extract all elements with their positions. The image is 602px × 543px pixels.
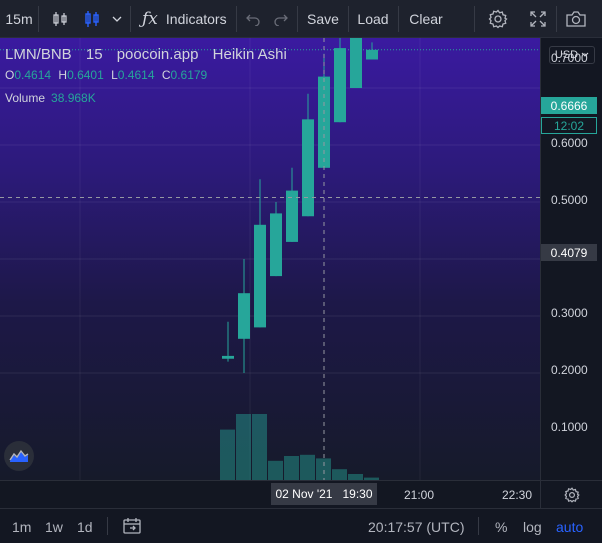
volume-bar	[332, 469, 347, 480]
redo-icon[interactable]	[270, 0, 292, 37]
close-label: C	[161, 68, 171, 82]
candle-body	[318, 76, 330, 168]
time-tick: 21:00	[404, 488, 435, 502]
drawing-tools-button[interactable]	[4, 441, 34, 471]
candle-body	[222, 355, 234, 359]
axis-settings-button[interactable]	[540, 480, 602, 508]
toolbar-divider	[297, 6, 298, 32]
ohlc-values: O0.4614 H0.6401 L0.4614 C0.6179	[5, 68, 211, 82]
camera-icon[interactable]	[562, 0, 590, 37]
candle-body	[350, 38, 362, 88]
price-tick: 0.5000	[551, 193, 588, 207]
range-1d-button[interactable]: 1d	[77, 519, 93, 535]
toolbar-divider	[236, 6, 237, 32]
load-button[interactable]: Load	[350, 0, 396, 37]
low-value: 0.4614	[117, 68, 155, 82]
crosshair-price-label: 0.4079	[541, 244, 597, 261]
range-1m-button[interactable]: 1m	[12, 519, 31, 535]
chevron-down-icon[interactable]	[108, 0, 126, 37]
low-label: L	[111, 68, 118, 82]
interval-button[interactable]: 15m	[0, 0, 38, 37]
price-tick: 0.3000	[551, 306, 588, 320]
volume-bars	[220, 414, 379, 480]
bar-style-icon[interactable]	[46, 0, 74, 37]
candle-body	[334, 48, 346, 123]
volume-label[interactable]: Volume	[5, 91, 45, 105]
bottom-bar: 1m 1w 1d 20:17:57 (UTC) % log auto	[0, 508, 602, 543]
volume-bar	[236, 414, 251, 480]
price-tick: 0.2000	[551, 363, 588, 377]
gear-icon	[563, 486, 580, 503]
high-label: H	[58, 68, 68, 82]
gear-icon[interactable]	[484, 0, 512, 37]
open-value: 0.4614	[14, 68, 52, 82]
volume-value: 38.968K	[51, 91, 96, 105]
toolbar-divider	[348, 6, 349, 32]
volume-bar	[300, 454, 315, 480]
undo-icon[interactable]	[242, 0, 264, 37]
candle-body	[254, 224, 266, 328]
candle-style-icon[interactable]	[78, 0, 106, 37]
bottom-divider	[478, 517, 479, 535]
time-axis[interactable]: 02 Nov '21 19:30 21:00 22:30	[0, 480, 540, 508]
bottom-divider	[107, 517, 108, 535]
toolbar-divider	[38, 6, 39, 32]
candle-body	[286, 190, 298, 242]
price-tick: 0.7000	[551, 51, 588, 65]
candle-body	[238, 293, 250, 339]
toolbar-divider	[556, 6, 557, 32]
source-label: poocoin.app	[116, 46, 199, 63]
crosshair-time-label: 02 Nov '21 19:30	[271, 483, 377, 505]
countdown-label: 12:02	[541, 117, 597, 134]
auto-scale-button[interactable]: auto	[556, 519, 583, 535]
last-price-label: 0.6666	[541, 97, 597, 114]
open-label: O	[5, 68, 15, 82]
function-icon: ƒx	[142, 8, 158, 29]
save-button[interactable]: Save	[300, 0, 346, 37]
close-value: 0.6179	[170, 68, 208, 82]
indicators-button[interactable]: ƒx Indicators	[138, 0, 230, 37]
toolbar-divider	[398, 6, 399, 32]
candle-body	[270, 213, 282, 277]
volume-bar	[268, 460, 283, 480]
indicators-label: Indicators	[165, 10, 227, 27]
range-1w-button[interactable]: 1w	[45, 519, 63, 535]
volume-bar	[316, 458, 331, 480]
percent-scale-button[interactable]: %	[495, 519, 507, 535]
volume-bar	[284, 456, 299, 480]
wave-icon	[9, 449, 29, 462]
toolbar-divider	[474, 6, 475, 32]
top-toolbar: 15m ƒx Indicators Save Load Clear	[0, 0, 602, 38]
utc-clock[interactable]: 20:17:57 (UTC)	[368, 519, 464, 535]
toolbar-divider	[130, 6, 131, 32]
volume-legend: Volume 38.968K	[5, 91, 96, 105]
price-axis[interactable]: USD 0.7000 0.6000 0.5000 0.3000 0.2000 0…	[540, 38, 602, 480]
price-tick: 0.6000	[551, 136, 588, 150]
date-range-icon[interactable]	[122, 517, 142, 540]
chart-legend-title: LMN/BNB 15 poocoin.app Heikin Ashi	[5, 46, 287, 63]
chart-style-label: Heikin Ashi	[212, 46, 287, 63]
volume-bar	[220, 429, 235, 480]
candle-body	[366, 49, 378, 60]
volume-bar	[252, 414, 267, 480]
log-scale-button[interactable]: log	[523, 519, 542, 535]
clear-button[interactable]: Clear	[402, 0, 450, 37]
time-tick: 22:30	[502, 488, 533, 502]
price-tick: 0.1000	[551, 420, 588, 434]
candle-body	[302, 119, 314, 217]
interval-label: 15	[85, 46, 103, 63]
high-value: 0.6401	[67, 68, 104, 82]
symbol-label[interactable]: LMN/BNB	[5, 46, 72, 63]
fullscreen-icon[interactable]	[524, 0, 552, 37]
